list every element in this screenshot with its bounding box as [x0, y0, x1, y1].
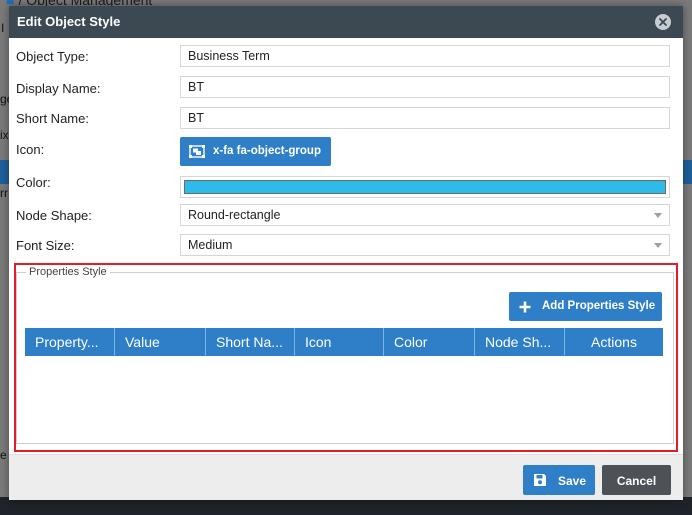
- add-properties-style-button[interactable]: Add Properties Style: [509, 292, 662, 321]
- object-type-label: Object Type:: [16, 49, 89, 64]
- floppy-disk-icon: [534, 474, 546, 486]
- cancel-button[interactable]: Cancel: [602, 465, 671, 495]
- properties-style-legend: Properties Style: [26, 266, 110, 278]
- color-picker-field[interactable]: [180, 176, 670, 198]
- color-label: Color:: [16, 175, 51, 190]
- icon-button-label: x-fa fa-object-group: [213, 145, 321, 157]
- close-icon[interactable]: [655, 14, 671, 30]
- column-header-actions[interactable]: Actions: [565, 328, 663, 356]
- plus-icon: [519, 301, 531, 313]
- font-size-label: Font Size:: [16, 238, 75, 253]
- properties-grid-header: Property... Value Short Na... Icon Color…: [25, 328, 663, 356]
- display-name-label: Display Name:: [16, 81, 101, 96]
- display-name-input[interactable]: BT: [180, 76, 670, 98]
- column-header-icon[interactable]: Icon: [295, 328, 384, 356]
- save-button[interactable]: Save: [523, 465, 595, 495]
- font-size-select[interactable]: Medium: [180, 234, 670, 256]
- save-button-label: Save: [558, 474, 587, 488]
- column-header-node-shape[interactable]: Node Sh...: [475, 328, 565, 356]
- chevron-down-icon[interactable]: [654, 243, 662, 248]
- node-shape-value: Round-rectangle: [188, 208, 281, 222]
- icon-label: Icon:: [16, 142, 45, 157]
- column-header-property[interactable]: Property...: [25, 328, 115, 356]
- object-type-field[interactable]: Business Term: [180, 45, 670, 67]
- cancel-button-label: Cancel: [616, 474, 657, 488]
- dialog-header: Edit Object Style: [9, 6, 683, 38]
- column-header-short-name[interactable]: Short Na...: [206, 328, 295, 356]
- font-size-value: Medium: [188, 238, 233, 252]
- short-name-input[interactable]: BT: [180, 107, 670, 129]
- background-accent-bar: [682, 160, 692, 184]
- edit-object-style-dialog: Edit Object Style Object Type: Business …: [9, 6, 683, 500]
- icon-picker-button[interactable]: x-fa fa-object-group: [180, 137, 331, 166]
- add-button-label: Add Properties Style: [542, 300, 656, 312]
- column-header-color[interactable]: Color: [384, 328, 475, 356]
- chevron-down-icon[interactable]: [654, 213, 662, 218]
- short-name-label: Short Name:: [16, 111, 89, 126]
- node-shape-select[interactable]: Round-rectangle: [180, 204, 670, 226]
- dialog-title: Edit Object Style: [17, 14, 121, 29]
- node-shape-label: Node Shape:: [16, 208, 92, 223]
- column-header-value[interactable]: Value: [115, 328, 206, 356]
- color-swatch: [184, 180, 666, 194]
- object-group-icon: [189, 145, 205, 158]
